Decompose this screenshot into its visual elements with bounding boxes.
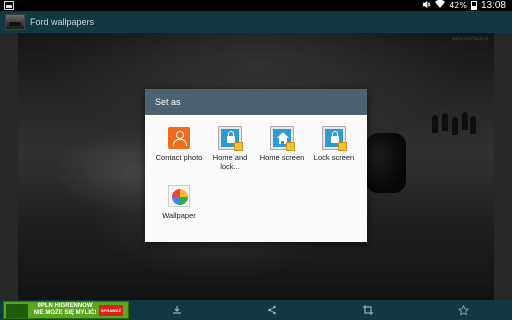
set-as-dialog: Set as Contact photo Home and lock... Ho…	[145, 89, 367, 242]
action-bar: Ford wallpapers	[0, 11, 512, 33]
photos-pinwheel-icon	[168, 185, 190, 207]
option-label: Lock screen	[313, 153, 355, 162]
option-lock-screen[interactable]: Lock screen	[308, 127, 360, 179]
mute-icon	[422, 0, 431, 11]
battery-percent: 42%	[449, 1, 467, 10]
ad-button[interactable]: SPRAWDŹ	[99, 305, 123, 316]
home-screen-icon	[271, 127, 295, 151]
share-icon[interactable]	[266, 304, 278, 316]
wifi-icon	[435, 0, 446, 11]
option-label: Wallpaper	[162, 211, 196, 220]
ad-image	[6, 304, 28, 318]
battery-icon	[470, 1, 477, 10]
crop-icon[interactable]	[362, 304, 374, 316]
option-wallpaper[interactable]: Wallpaper	[153, 185, 205, 237]
favorite-star-icon[interactable]	[457, 304, 469, 316]
bottom-action-bar: 9PLN HIGRENNOW NIE MOŻE SIĘ MYLIĆ! SPRAW…	[0, 300, 512, 320]
dialog-header: Set as	[145, 89, 367, 115]
dialog-title: Set as	[155, 97, 181, 107]
status-indicators: 42% 13:08	[422, 0, 506, 11]
download-icon[interactable]	[171, 304, 183, 316]
option-label: Home screen	[259, 153, 305, 162]
lock-screen-icon	[323, 127, 347, 151]
option-home-and-lock[interactable]: Home and lock...	[204, 127, 256, 179]
ad-banner[interactable]: 9PLN HIGRENNOW NIE MOŻE SIĘ MYLIĆ! SPRAW…	[3, 301, 129, 319]
image-notification-icon	[4, 1, 14, 10]
option-label: Contact photo	[155, 153, 203, 162]
app-car-icon[interactable]	[5, 14, 25, 30]
home-lock-screen-icon	[219, 127, 243, 151]
app-title: Ford wallpapers	[30, 17, 95, 27]
status-bar: 42% 13:08	[0, 0, 512, 11]
option-contact-photo[interactable]: Contact photo	[153, 127, 205, 179]
ad-text: 9PLN HIGRENNOW NIE MOŻE SIĘ MYLIĆ!	[33, 303, 97, 316]
contact-icon	[168, 127, 190, 149]
clock-time: 13:08	[480, 0, 506, 11]
option-label: Home and lock...	[212, 153, 248, 171]
option-home-screen[interactable]: Home screen	[256, 127, 308, 179]
